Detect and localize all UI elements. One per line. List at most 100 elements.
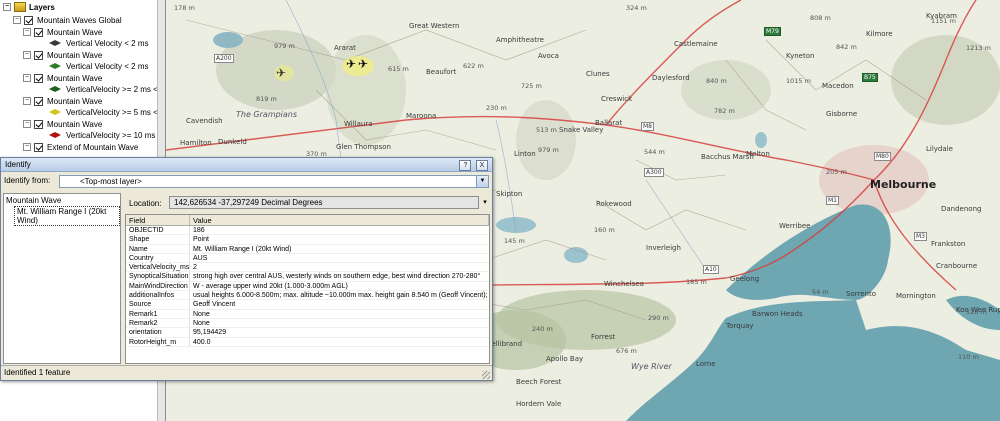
map-elevation-label: 676 m bbox=[616, 347, 637, 355]
layer-legend: VerticalVelocity >= 2 ms < 5 bbox=[48, 83, 165, 95]
table-row[interactable]: VerticalVelocity_ms 2 bbox=[126, 263, 489, 273]
map-road-shield: A300 bbox=[644, 168, 664, 177]
layer-legend: VerticalVelocity >= 5 ms < 1 bbox=[48, 106, 165, 118]
identify-window: Identify ? X Identify from: <Top-most la… bbox=[0, 157, 493, 381]
map-town-label: Lorne bbox=[696, 360, 716, 368]
table-row[interactable]: SynopticalSituation strong high over cent… bbox=[126, 272, 489, 282]
table-row[interactable]: orientation 95,194429 bbox=[126, 328, 489, 338]
layer-checkbox[interactable] bbox=[24, 15, 33, 25]
map-road-shield: M3 bbox=[914, 232, 927, 241]
map-road-shield: A10 bbox=[703, 265, 719, 274]
map-elevation-label: 840 m bbox=[706, 77, 727, 85]
wave-marker-icon[interactable]: ✈ bbox=[276, 66, 286, 80]
field-cell: Name bbox=[126, 244, 190, 253]
value-cell: W - average upper wind 20kt (1.000-3.000… bbox=[193, 282, 348, 290]
value-cell: AUS bbox=[193, 254, 208, 262]
layer-name: Mountain Wave bbox=[47, 50, 103, 60]
map-town-label: Forrest bbox=[591, 333, 616, 341]
table-row[interactable]: OBJECTID 186 bbox=[126, 226, 489, 236]
map-elevation-label: 1213 m bbox=[966, 44, 991, 52]
field-cell: VerticalVelocity_ms bbox=[126, 263, 190, 272]
map-elevation-label: 185 m bbox=[686, 278, 707, 286]
collapse-icon[interactable]: − bbox=[3, 3, 11, 11]
location-label: Location: bbox=[129, 199, 162, 208]
status-bar: Identified 1 feature bbox=[1, 365, 492, 380]
layer-checkbox[interactable] bbox=[34, 50, 43, 60]
value-cell: Geoff Vincent bbox=[193, 301, 236, 309]
collapse-icon[interactable]: − bbox=[23, 51, 31, 59]
map-elevation-label: 145 m bbox=[504, 237, 525, 245]
value-cell: 186 bbox=[193, 227, 205, 234]
map-elevation-label: 1151 m bbox=[931, 17, 956, 25]
map-town-label: Dandenong bbox=[941, 205, 982, 213]
location-units-icon[interactable]: ▾ bbox=[480, 196, 490, 209]
status-text: Identified 1 feature bbox=[4, 368, 71, 377]
map-elevation-label: 240 m bbox=[532, 325, 553, 333]
wave-marker-icon[interactable]: ✈ bbox=[346, 57, 356, 71]
field-cell: orientation bbox=[126, 328, 190, 337]
field-cell: SynopticalSituation bbox=[126, 272, 190, 281]
map-town-label: Werribee bbox=[779, 222, 811, 230]
layer-checkbox[interactable] bbox=[34, 142, 43, 152]
identify-from-select[interactable]: <Top-most layer> ▼ bbox=[59, 175, 489, 188]
field-cell: Shape bbox=[126, 235, 190, 244]
map-elevation-label: 178 m bbox=[174, 4, 195, 12]
wave-marker-icon[interactable]: ✈ bbox=[358, 57, 368, 71]
map-town-label: Glen Thompson bbox=[336, 143, 391, 151]
collapse-icon[interactable]: − bbox=[23, 120, 31, 128]
map-town-label: Hamilton bbox=[180, 139, 212, 147]
map-elevation-label: 979 m bbox=[538, 146, 559, 154]
map-elevation-label: 324 m bbox=[626, 4, 647, 12]
map-elevation-label: 513 m bbox=[536, 126, 557, 134]
collapse-icon[interactable]: − bbox=[23, 74, 31, 82]
table-row[interactable]: Shape Point bbox=[126, 235, 489, 245]
collapse-icon[interactable]: − bbox=[23, 97, 31, 105]
layer-checkbox[interactable] bbox=[34, 119, 43, 129]
column-header-value[interactable]: Value bbox=[190, 215, 489, 225]
layer-item[interactable]: − Extend of Mountain Wave bbox=[23, 141, 138, 153]
table-row[interactable]: Remark2 None bbox=[126, 318, 489, 329]
table-row[interactable]: Source Geoff Vincent bbox=[126, 300, 489, 310]
layer-legend-label: Vertical Velocity < 2 ms bbox=[66, 38, 149, 48]
table-row[interactable]: MainWindDirection W - average upper wind … bbox=[126, 281, 489, 292]
map-town-label: Rokewood bbox=[596, 200, 632, 208]
table-row[interactable]: additionalInfos usual heights 6.000-8.500… bbox=[126, 291, 489, 301]
result-tree: Mountain Wave Mt. William Range I (20kt … bbox=[3, 193, 121, 364]
result-tree-feature[interactable]: Mt. William Range I (20kt Wind) bbox=[14, 206, 120, 226]
layers-root[interactable]: − Layers bbox=[3, 1, 55, 13]
collapse-icon[interactable]: − bbox=[13, 16, 21, 24]
identify-title: Identify bbox=[5, 160, 31, 169]
help-button[interactable]: ? bbox=[459, 159, 472, 171]
close-button[interactable]: X bbox=[476, 159, 488, 171]
value-cell: 400.0 bbox=[193, 338, 211, 346]
map-elevation-label: 842 m bbox=[836, 43, 857, 51]
layer-name: Mountain Wave bbox=[47, 73, 103, 83]
identify-titlebar[interactable]: Identify ? X bbox=[1, 158, 492, 172]
value-cell: None bbox=[193, 319, 210, 327]
table-row[interactable]: Remark1 None bbox=[126, 309, 489, 319]
map-road-shield: M80 bbox=[874, 152, 891, 161]
collapse-icon[interactable]: − bbox=[23, 28, 31, 36]
layer-checkbox[interactable] bbox=[34, 96, 43, 106]
layer-checkbox[interactable] bbox=[34, 27, 43, 37]
location-field[interactable]: 142,626534 -37,297249 Decimal Degrees bbox=[169, 196, 479, 209]
map-town-label: Snake Valley bbox=[559, 126, 604, 134]
column-header-field[interactable]: Field bbox=[126, 215, 190, 225]
map-town-label: Ararat bbox=[334, 44, 356, 52]
collapse-icon[interactable]: − bbox=[23, 143, 31, 151]
table-row[interactable]: RotorHeight_m 400.0 bbox=[126, 337, 489, 347]
table-row[interactable]: Country AUS bbox=[126, 253, 489, 264]
resize-grip-icon[interactable] bbox=[482, 371, 490, 379]
layer-legend-label: VerticalVelocity >= 10 ms bbox=[66, 130, 156, 140]
map-elevation-label: 819 m bbox=[256, 95, 277, 103]
value-cell: Mt. William Range I (20kt Wind) bbox=[193, 245, 292, 253]
value-cell: usual heights 6.000-8.500m; max. altitud… bbox=[193, 292, 488, 300]
result-tree-layer[interactable]: Mountain Wave bbox=[6, 196, 61, 205]
chevron-down-icon[interactable]: ▼ bbox=[476, 176, 488, 187]
layer-checkbox[interactable] bbox=[34, 73, 43, 83]
table-row[interactable]: Name Mt. William Range I (20kt Wind) bbox=[126, 244, 489, 254]
wave-symbol-icon bbox=[48, 62, 62, 70]
layer-name: Extend of Mountain Wave bbox=[47, 142, 139, 152]
map-town-label: Creswick bbox=[601, 95, 633, 103]
layer-group-mountain-waves[interactable]: − Mountain Waves Global bbox=[13, 14, 122, 26]
